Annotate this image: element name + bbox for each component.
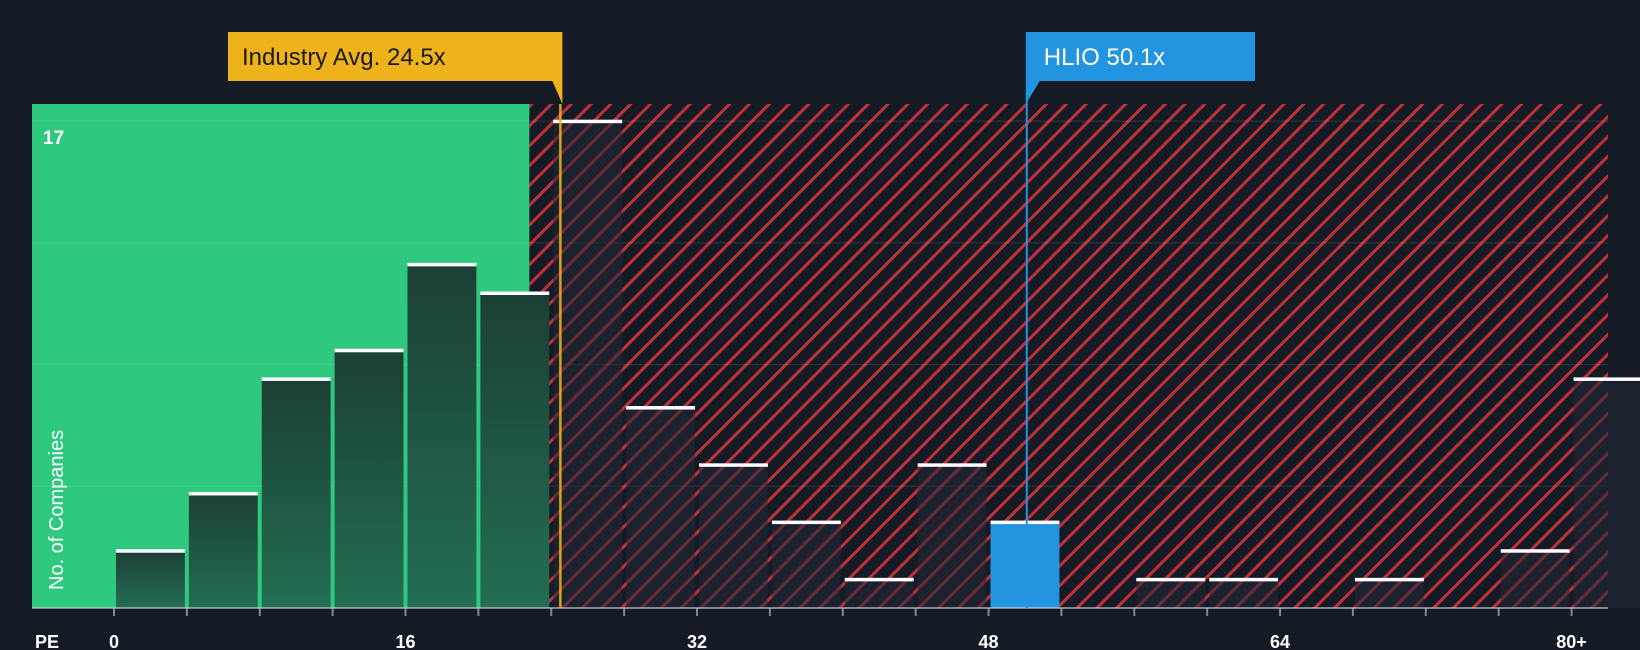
industry-average-callout: Industry Avg. 24.5x xyxy=(228,32,563,104)
bar-cap xyxy=(188,491,258,496)
industry-average-label: Industry Avg. 24.5x xyxy=(242,44,446,71)
histogram-bar xyxy=(699,464,768,608)
histogram-bar xyxy=(334,350,404,608)
company-callout: HLIO 50.1x xyxy=(1025,32,1255,104)
bar-cap xyxy=(334,348,404,353)
histogram-bar xyxy=(1354,579,1424,608)
bar-cap xyxy=(699,463,768,467)
histogram-bar xyxy=(261,378,331,608)
bar-cap xyxy=(844,577,914,582)
bar-cap xyxy=(771,520,841,525)
histogram-bar xyxy=(1209,579,1279,608)
bar-cap xyxy=(1136,577,1206,582)
bar-cap xyxy=(115,549,185,553)
histogram-bar xyxy=(188,493,258,608)
bar-cap xyxy=(1573,377,1640,381)
histogram-bar xyxy=(407,264,477,608)
y-axis-max-label: 17 xyxy=(43,128,64,149)
histogram-bar xyxy=(771,522,841,608)
company-pe-label: HLIO 50.1x xyxy=(1044,44,1165,71)
y-axis-title: No. of Companies xyxy=(46,430,68,590)
bar-cap xyxy=(626,406,696,410)
histogram-bar xyxy=(1500,550,1570,608)
histogram-bar xyxy=(480,293,550,608)
bar-cap xyxy=(917,463,987,467)
bar-cap xyxy=(407,262,477,267)
x-tick-label: 80+ xyxy=(1556,632,1587,650)
histogram-bar xyxy=(553,121,623,608)
histogram-bar xyxy=(990,522,1060,608)
histogram-bar xyxy=(115,550,185,608)
x-axis-ticks: 0 16 32 48 64 80+ xyxy=(109,608,1587,650)
bar-cap xyxy=(261,377,331,381)
histogram-bar xyxy=(626,407,696,608)
bar-cap xyxy=(990,520,1060,525)
bar-cap xyxy=(1209,577,1279,582)
bar-cap xyxy=(1354,577,1424,582)
x-tick-label: 16 xyxy=(395,632,415,650)
bar-cap xyxy=(553,119,623,124)
x-axis-title: PE xyxy=(35,632,59,650)
bar-cap xyxy=(1500,549,1570,553)
histogram-bar xyxy=(1573,378,1640,608)
x-tick-label: 64 xyxy=(1270,632,1290,650)
histogram-bar xyxy=(917,464,987,608)
pe-distribution-chart: 0 16 32 48 64 80+ Industry Avg. 24.5x HLIO 50… xyxy=(32,32,1640,650)
histogram-bar xyxy=(1136,579,1206,608)
x-tick-label: 0 xyxy=(109,632,119,650)
x-tick-label: 48 xyxy=(979,632,999,650)
bar-cap xyxy=(480,291,550,295)
x-tick-label: 32 xyxy=(687,632,707,650)
histogram-bar xyxy=(844,579,914,608)
